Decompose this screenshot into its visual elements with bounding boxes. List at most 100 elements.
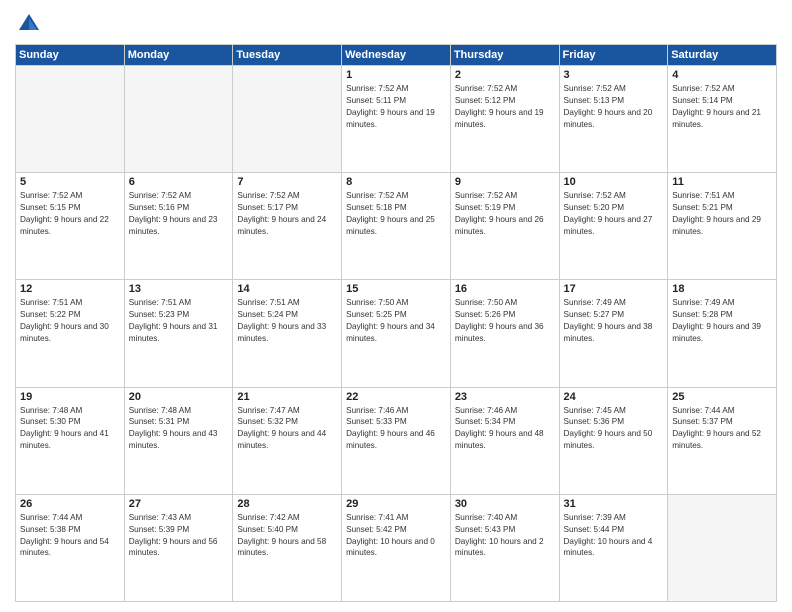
calendar-cell: 4 Sunrise: 7:52 AMSunset: 5:14 PMDaylight… (668, 66, 777, 173)
day-number: 30 (455, 498, 555, 510)
day-number: 22 (346, 391, 446, 403)
calendar-cell: 5Sunrise: 7:52 AMSunset: 5:15 PMDaylight… (16, 173, 125, 280)
calendar-cell: 7 Sunrise: 7:52 AMSunset: 5:17 PMDaylight… (233, 173, 342, 280)
calendar-cell: 18 Sunrise: 7:49 AMSunset: 5:28 PMDayligh… (668, 280, 777, 387)
calendar-cell: 3 Sunrise: 7:52 AMSunset: 5:13 PMDaylight… (559, 66, 668, 173)
day-header-wednesday: Wednesday (342, 45, 451, 66)
calendar-cell: 27 Sunrise: 7:43 AMSunset: 5:39 PMDayligh… (124, 494, 233, 601)
calendar-cell: 20 Sunrise: 7:48 AMSunset: 5:31 PMDayligh… (124, 387, 233, 494)
day-number: 9 (455, 176, 555, 188)
logo-icon (15, 10, 43, 38)
day-info: Sunrise: 7:52 AMSunset: 5:17 PMDaylight:… (237, 190, 337, 238)
day-info: Sunrise: 7:52 AMSunset: 5:16 PMDaylight:… (129, 190, 229, 238)
day-number: 14 (237, 283, 337, 295)
header (15, 10, 777, 38)
day-info: Sunrise: 7:43 AMSunset: 5:39 PMDaylight:… (129, 512, 229, 560)
day-header-friday: Friday (559, 45, 668, 66)
calendar-cell: 1 Sunrise: 7:52 AMSunset: 5:11 PMDaylight… (342, 66, 451, 173)
calendar-cell: 26 Sunrise: 7:44 AMSunset: 5:38 PMDayligh… (16, 494, 125, 601)
calendar-cell (668, 494, 777, 601)
day-info: Sunrise: 7:46 AMSunset: 5:33 PMDaylight:… (346, 405, 446, 453)
day-info: Sunrise: 7:52 AMSunset: 5:15 PMDaylight:… (20, 190, 120, 238)
calendar-cell: 2 Sunrise: 7:52 AMSunset: 5:12 PMDaylight… (450, 66, 559, 173)
day-info: Sunrise: 7:52 AMSunset: 5:18 PMDaylight:… (346, 190, 446, 238)
calendar-cell: 23 Sunrise: 7:46 AMSunset: 5:34 PMDayligh… (450, 387, 559, 494)
day-info: Sunrise: 7:51 AMSunset: 5:21 PMDaylight:… (672, 190, 772, 238)
calendar-week-4: 19Sunrise: 7:48 AMSunset: 5:30 PMDayligh… (16, 387, 777, 494)
day-info: Sunrise: 7:52 AMSunset: 5:14 PMDaylight:… (672, 83, 772, 131)
day-header-saturday: Saturday (668, 45, 777, 66)
page: SundayMondayTuesdayWednesdayThursdayFrid… (0, 0, 792, 612)
day-number: 17 (564, 283, 664, 295)
day-info: Sunrise: 7:41 AMSunset: 5:42 PMDaylight:… (346, 512, 446, 560)
calendar-week-5: 26 Sunrise: 7:44 AMSunset: 5:38 PMDayligh… (16, 494, 777, 601)
day-number: 6 (129, 176, 229, 188)
day-number: 18 (672, 283, 772, 295)
day-info: Sunrise: 7:52 AMSunset: 5:12 PMDaylight:… (455, 83, 555, 131)
day-info: Sunrise: 7:51 AMSunset: 5:24 PMDaylight:… (237, 297, 337, 345)
calendar-cell: 16Sunrise: 7:50 AMSunset: 5:26 PMDayligh… (450, 280, 559, 387)
calendar-cell: 8 Sunrise: 7:52 AMSunset: 5:18 PMDaylight… (342, 173, 451, 280)
day-number: 16 (455, 283, 555, 295)
calendar-cell: 31Sunrise: 7:39 AMSunset: 5:44 PMDayligh… (559, 494, 668, 601)
day-header-monday: Monday (124, 45, 233, 66)
day-info: Sunrise: 7:44 AMSunset: 5:38 PMDaylight:… (20, 512, 120, 560)
calendar-cell: 24Sunrise: 7:45 AMSunset: 5:36 PMDayligh… (559, 387, 668, 494)
calendar-cell: 19Sunrise: 7:48 AMSunset: 5:30 PMDayligh… (16, 387, 125, 494)
day-info: Sunrise: 7:47 AMSunset: 5:32 PMDaylight:… (237, 405, 337, 453)
day-info: Sunrise: 7:49 AMSunset: 5:27 PMDaylight:… (564, 297, 664, 345)
calendar-cell: 28 Sunrise: 7:42 AMSunset: 5:40 PMDayligh… (233, 494, 342, 601)
day-info: Sunrise: 7:39 AMSunset: 5:44 PMDaylight:… (564, 512, 664, 560)
day-number: 7 (237, 176, 337, 188)
day-info: Sunrise: 7:42 AMSunset: 5:40 PMDaylight:… (237, 512, 337, 560)
calendar-cell: 21 Sunrise: 7:47 AMSunset: 5:32 PMDayligh… (233, 387, 342, 494)
day-header-sunday: Sunday (16, 45, 125, 66)
calendar-cell: 17 Sunrise: 7:49 AMSunset: 5:27 PMDayligh… (559, 280, 668, 387)
calendar-week-1: 1 Sunrise: 7:52 AMSunset: 5:11 PMDaylight… (16, 66, 777, 173)
day-number: 26 (20, 498, 120, 510)
day-number: 19 (20, 391, 120, 403)
day-info: Sunrise: 7:52 AMSunset: 5:11 PMDaylight:… (346, 83, 446, 131)
day-header-tuesday: Tuesday (233, 45, 342, 66)
day-number: 8 (346, 176, 446, 188)
day-info: Sunrise: 7:49 AMSunset: 5:28 PMDaylight:… (672, 297, 772, 345)
calendar-cell: 29 Sunrise: 7:41 AMSunset: 5:42 PMDayligh… (342, 494, 451, 601)
day-number: 15 (346, 283, 446, 295)
calendar-week-2: 5Sunrise: 7:52 AMSunset: 5:15 PMDaylight… (16, 173, 777, 280)
calendar-cell: 12Sunrise: 7:51 AMSunset: 5:22 PMDayligh… (16, 280, 125, 387)
day-number: 20 (129, 391, 229, 403)
day-info: Sunrise: 7:52 AMSunset: 5:20 PMDaylight:… (564, 190, 664, 238)
day-number: 28 (237, 498, 337, 510)
calendar-cell: 13 Sunrise: 7:51 AMSunset: 5:23 PMDayligh… (124, 280, 233, 387)
day-number: 13 (129, 283, 229, 295)
day-number: 10 (564, 176, 664, 188)
calendar-week-3: 12Sunrise: 7:51 AMSunset: 5:22 PMDayligh… (16, 280, 777, 387)
day-info: Sunrise: 7:50 AMSunset: 5:25 PMDaylight:… (346, 297, 446, 345)
calendar-cell: 22 Sunrise: 7:46 AMSunset: 5:33 PMDayligh… (342, 387, 451, 494)
day-info: Sunrise: 7:45 AMSunset: 5:36 PMDaylight:… (564, 405, 664, 453)
day-number: 1 (346, 69, 446, 81)
day-number: 23 (455, 391, 555, 403)
day-number: 4 (672, 69, 772, 81)
day-info: Sunrise: 7:52 AMSunset: 5:19 PMDaylight:… (455, 190, 555, 238)
day-info: Sunrise: 7:40 AMSunset: 5:43 PMDaylight:… (455, 512, 555, 560)
calendar-cell: 6 Sunrise: 7:52 AMSunset: 5:16 PMDaylight… (124, 173, 233, 280)
day-number: 29 (346, 498, 446, 510)
calendar-cell: 14 Sunrise: 7:51 AMSunset: 5:24 PMDayligh… (233, 280, 342, 387)
day-number: 21 (237, 391, 337, 403)
day-number: 11 (672, 176, 772, 188)
day-info: Sunrise: 7:52 AMSunset: 5:13 PMDaylight:… (564, 83, 664, 131)
calendar-cell: 11 Sunrise: 7:51 AMSunset: 5:21 PMDayligh… (668, 173, 777, 280)
calendar-cell (16, 66, 125, 173)
calendar-table: SundayMondayTuesdayWednesdayThursdayFrid… (15, 44, 777, 602)
calendar-cell: 30 Sunrise: 7:40 AMSunset: 5:43 PMDayligh… (450, 494, 559, 601)
day-number: 2 (455, 69, 555, 81)
calendar-header-row: SundayMondayTuesdayWednesdayThursdayFrid… (16, 45, 777, 66)
day-info: Sunrise: 7:51 AMSunset: 5:23 PMDaylight:… (129, 297, 229, 345)
day-info: Sunrise: 7:44 AMSunset: 5:37 PMDaylight:… (672, 405, 772, 453)
day-number: 3 (564, 69, 664, 81)
day-info: Sunrise: 7:48 AMSunset: 5:31 PMDaylight:… (129, 405, 229, 453)
day-number: 27 (129, 498, 229, 510)
day-header-thursday: Thursday (450, 45, 559, 66)
day-info: Sunrise: 7:46 AMSunset: 5:34 PMDaylight:… (455, 405, 555, 453)
